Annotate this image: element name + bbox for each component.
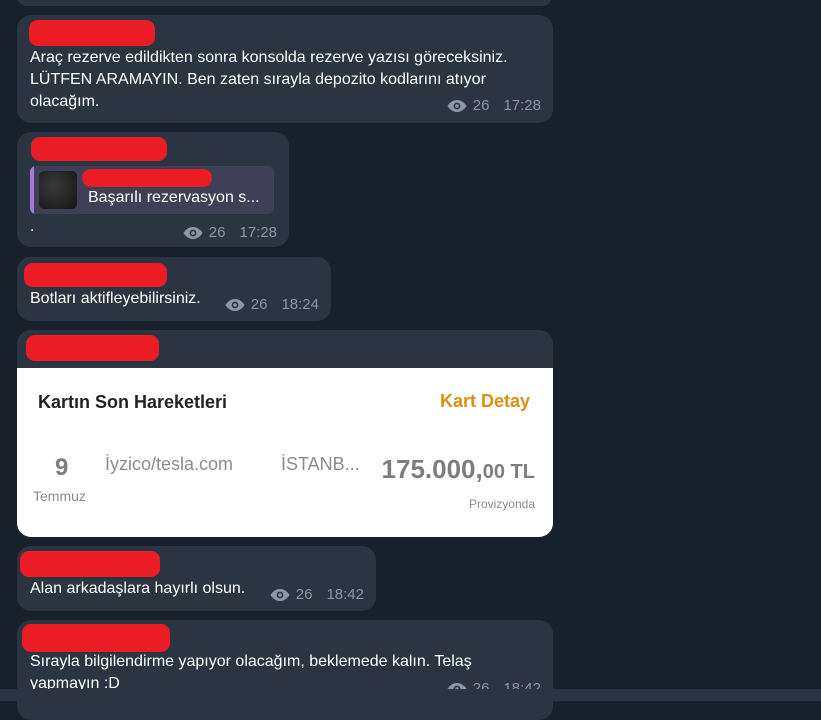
redacted-sender: [24, 263, 167, 287]
transaction-amount: 175.000,00 TL: [382, 454, 535, 485]
views-eye-icon: [225, 298, 245, 311]
card-title: Kartın Son Hareketleri: [38, 392, 228, 412]
reply-preview[interactable]: Başarılı rezervasyon s...: [30, 166, 274, 214]
message-time: 18:24: [281, 296, 319, 313]
message-bubble-image[interactable]: Kartın Son Hareketleri Kart Detay 9 Temm…: [17, 330, 553, 537]
message-text: .: [30, 218, 35, 235]
views-count: 26: [295, 586, 313, 603]
redacted-sender: [26, 335, 159, 361]
redacted-reply-sender: [82, 169, 212, 187]
views-eye-icon: [447, 99, 467, 112]
message-text: Alan arkadaşlara hayırlı olsun.: [30, 580, 246, 597]
message-bubble-partial[interactable]: [17, 0, 552, 6]
transaction-month: Temmuz: [33, 488, 86, 504]
message-time: 17:28: [503, 97, 541, 114]
amount-main: 175.000,: [381, 454, 483, 484]
message-bubble-2[interactable]: Başarılı rezervasyon s... . 26 17:28: [17, 132, 289, 247]
message-time: 18:42: [326, 586, 364, 603]
message-bubble-1[interactable]: Araç rezerve edildikten sonra konsolda r…: [17, 15, 553, 123]
message-text: Botları aktifleyebilirsiniz.: [30, 290, 201, 307]
message-meta: 26 18:42: [270, 586, 364, 603]
views-count: 26: [472, 97, 490, 114]
message-bubble-5[interactable]: Alan arkadaşlara hayırlı olsun. 26 18:42: [17, 546, 376, 611]
views-count: 26: [208, 224, 226, 241]
redacted-sender: [20, 551, 160, 577]
transaction-city: İSTANB...: [281, 454, 360, 474]
message-bubble-3[interactable]: Botları aktifleyebilirsiniz. 26 18:24: [17, 257, 331, 321]
views-eye-icon: [183, 226, 203, 239]
transaction-day: 9: [55, 454, 69, 481]
card-detail-link[interactable]: Kart Detay: [440, 391, 530, 412]
transaction-status: Provizyonda: [468, 497, 535, 511]
amount-decimal: 00 TL: [482, 461, 535, 483]
transaction-merchant: İyzico/tesla.com: [105, 454, 234, 474]
message-bubble-6[interactable]: Sırayla bilgilendirme yapıyor olacağım, …: [17, 620, 553, 720]
message-time: 17:28: [239, 224, 277, 241]
message-meta: 26 18:24: [225, 296, 319, 313]
redacted-sender: [31, 137, 167, 161]
message-meta: 26 17:28: [447, 97, 541, 114]
redacted-sender: [29, 20, 155, 46]
reply-thumbnail: [39, 171, 77, 209]
message-meta: 26 17:28: [183, 224, 277, 241]
bottom-input-edge: [0, 689, 821, 701]
card-transactions-image[interactable]: Kartın Son Hareketleri Kart Detay 9 Temm…: [17, 368, 553, 537]
redacted-sender: [22, 624, 170, 652]
views-count: 26: [250, 296, 268, 313]
reply-accent-bar: [30, 166, 34, 214]
reply-text: Başarılı rezervasyon s...: [88, 189, 260, 206]
views-eye-icon: [270, 588, 290, 601]
